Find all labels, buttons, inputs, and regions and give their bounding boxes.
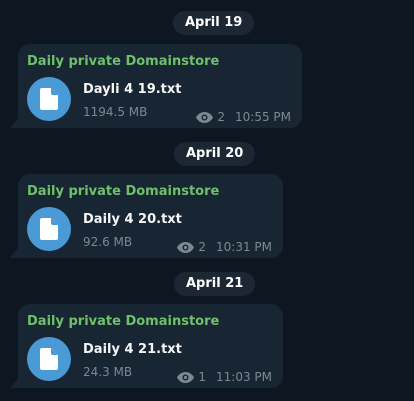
message-time: 11:03 PM: [216, 370, 272, 384]
document-icon[interactable]: [27, 207, 71, 251]
document-glyph: [40, 348, 58, 370]
eye-icon: [177, 371, 195, 383]
sender-name[interactable]: Daily private Domainstore: [27, 314, 219, 329]
view-count: 2: [198, 240, 206, 254]
document-icon[interactable]: [27, 337, 71, 381]
message-time: 10:55 PM: [235, 110, 291, 124]
message-time: 10:31 PM: [216, 240, 272, 254]
message-bubble[interactable]: Daily private Domainstore Dayli 4 19.txt…: [18, 44, 302, 128]
message-meta: 1 11:03 PM: [177, 370, 272, 384]
eye-icon: [177, 241, 195, 253]
file-name[interactable]: Dayli 4 19.txt: [83, 82, 182, 97]
date-separator: April 21: [174, 272, 256, 296]
message-bubble[interactable]: Daily private Domainstore Daily 4 20.txt…: [18, 174, 283, 258]
message-meta: 2 10:31 PM: [177, 240, 272, 254]
file-size: 24.3 MB: [83, 365, 133, 379]
sender-name[interactable]: Daily private Domainstore: [27, 184, 219, 199]
view-count: 1: [198, 370, 206, 384]
file-name[interactable]: Daily 4 20.txt: [83, 212, 182, 227]
sender-name[interactable]: Daily private Domainstore: [27, 54, 219, 69]
date-separator: April 20: [174, 142, 256, 166]
document-glyph: [40, 218, 58, 240]
file-size: 1194.5 MB: [83, 105, 148, 119]
view-count: 2: [217, 110, 225, 124]
file-name[interactable]: Daily 4 21.txt: [83, 342, 182, 357]
eye-icon: [196, 111, 214, 123]
date-separator: April 19: [173, 11, 255, 35]
document-icon[interactable]: [27, 77, 71, 121]
document-glyph: [40, 88, 58, 110]
message-meta: 2 10:55 PM: [196, 110, 291, 124]
message-bubble[interactable]: Daily private Domainstore Daily 4 21.txt…: [18, 304, 283, 388]
file-size: 92.6 MB: [83, 235, 133, 249]
